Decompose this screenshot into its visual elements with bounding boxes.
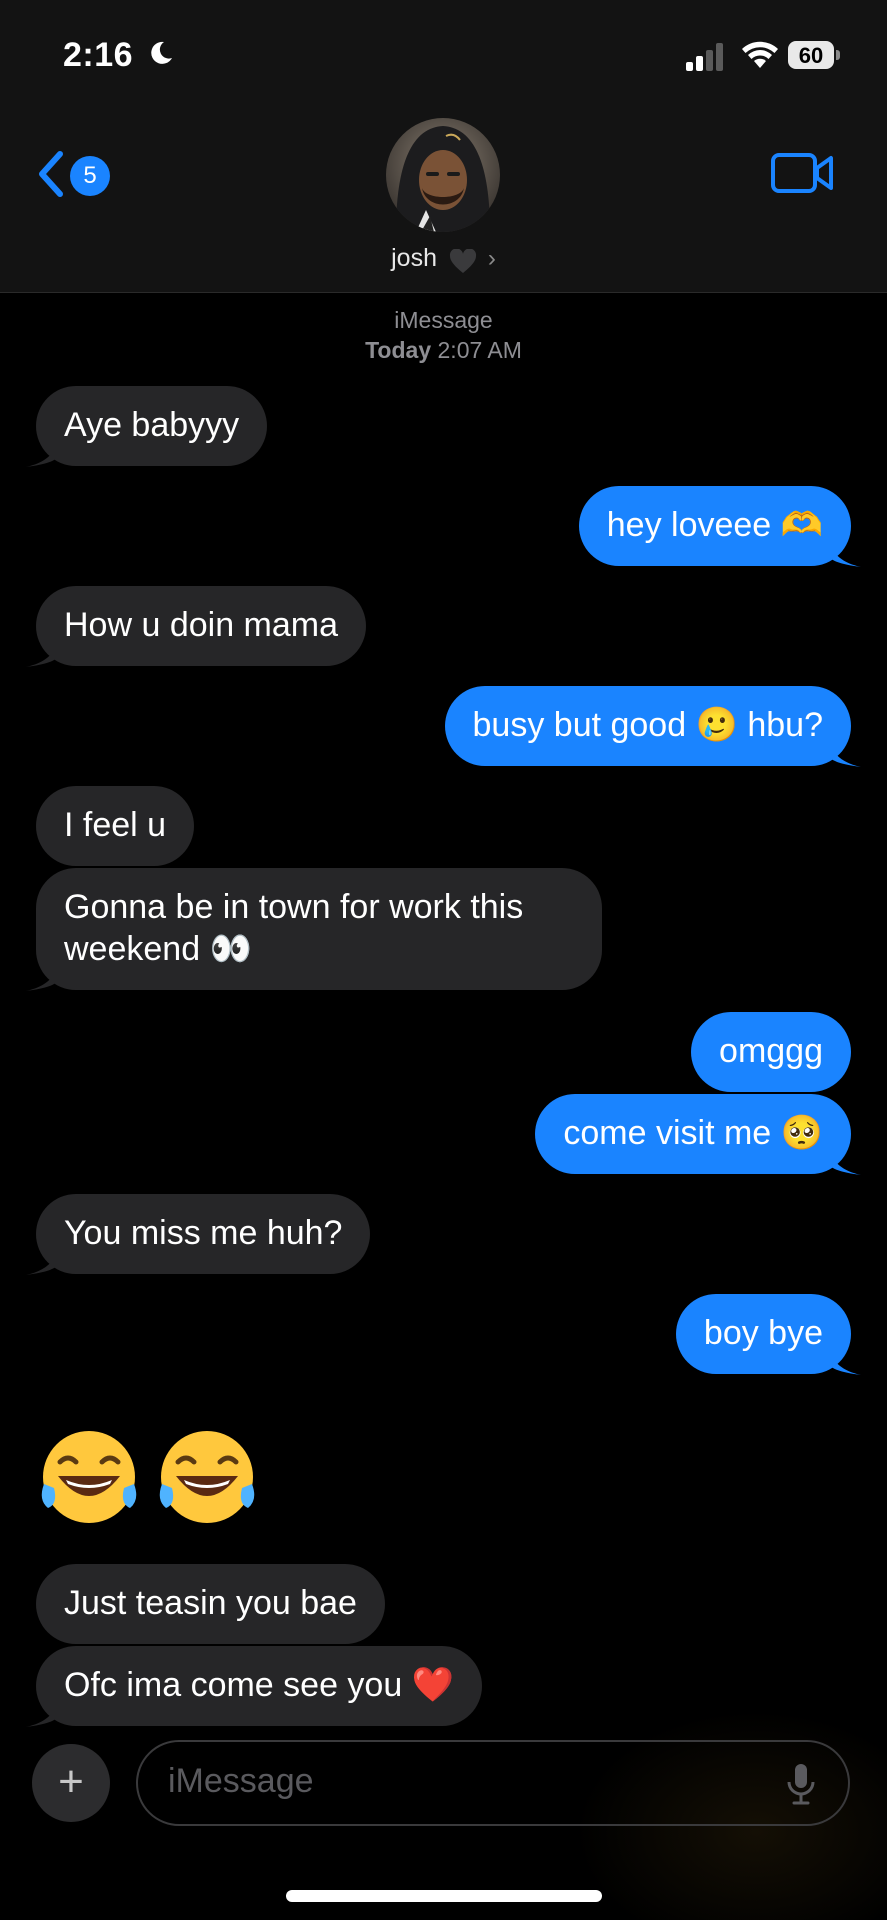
laughing-tears-emoji: [41, 1431, 137, 1523]
message-incoming[interactable]: Ofc ima come see you ❤️: [26, 1646, 483, 1727]
conversation-header: 5 josh ›: [0, 110, 887, 293]
unread-badge: 5: [70, 156, 110, 196]
service-label: iMessage: [394, 307, 493, 333]
contact-name-row[interactable]: josh ›: [0, 244, 887, 284]
message-text: Gonna be in town for work this weekend 👀: [64, 888, 524, 968]
message-text: busy but good 🥲 hbu?: [472, 706, 823, 744]
message-incoming[interactable]: You miss me huh?: [26, 1194, 371, 1275]
message-text: Aye babyyy: [64, 406, 240, 444]
contact-avatar[interactable]: [386, 118, 500, 232]
thread-meta: iMessage Today 2:07 AM: [0, 305, 887, 365]
heart-icon: [450, 248, 477, 273]
video-camera-icon[interactable]: [770, 150, 834, 196]
message-text: hey loveee 🫶: [606, 506, 823, 544]
message-outgoing[interactable]: busy but good 🥲 hbu?: [444, 686, 861, 767]
status-bar: 2:16 60: [0, 0, 887, 110]
timestamp-time: 2:07 AM: [437, 337, 522, 363]
message-text: omggg: [719, 1032, 823, 1070]
message-outgoing[interactable]: hey loveee 🫶: [578, 486, 861, 567]
message-incoming[interactable]: I feel u: [36, 786, 195, 866]
contact-name: josh: [391, 244, 437, 272]
plus-icon: +: [58, 1757, 84, 1806]
add-attachment-button[interactable]: +: [32, 1744, 110, 1822]
message-input-placeholder: iMessage: [168, 1762, 314, 1800]
message-incoming[interactable]: Gonna be in town for work this weekend 👀: [26, 868, 602, 991]
message-incoming[interactable]: Aye babyyy: [26, 386, 268, 467]
back-chevron-icon: [39, 151, 63, 197]
battery-level: 60: [798, 43, 824, 68]
message-incoming[interactable]: How u doin mama: [26, 586, 367, 667]
timestamp-day: Today: [365, 337, 432, 363]
message-incoming-emoji[interactable]: [36, 1424, 270, 1534]
chevron-right-icon: ›: [487, 245, 496, 272]
message-text: Ofc ima come see you ❤️: [64, 1666, 455, 1704]
wifi-icon: [742, 41, 778, 68]
message-text: Just teasin you bae: [64, 1584, 357, 1622]
back-button[interactable]: 5: [36, 144, 120, 204]
message-outgoing[interactable]: omggg: [691, 1012, 851, 1092]
signal-icon: [686, 43, 723, 71]
message-text: come visit me 🥺: [563, 1114, 823, 1152]
message-text: I feel u: [64, 806, 167, 844]
message-input[interactable]: iMessage: [136, 1740, 850, 1826]
microphone-icon[interactable]: [786, 1762, 816, 1806]
battery-icon: 60: [788, 41, 842, 71]
message-outgoing[interactable]: come visit me 🥺: [535, 1094, 861, 1175]
message-incoming[interactable]: Just teasin you bae: [36, 1564, 385, 1644]
message-outgoing[interactable]: boy bye: [675, 1294, 861, 1375]
message-text: boy bye: [703, 1314, 823, 1352]
laughing-tears-emoji: [159, 1431, 255, 1523]
status-time: 2:16: [63, 36, 134, 74]
home-indicator[interactable]: [286, 1890, 602, 1902]
message-text: You miss me huh?: [64, 1214, 343, 1252]
moon-icon: [151, 41, 172, 64]
message-text: How u doin mama: [64, 606, 339, 644]
timestamp: Today 2:07 AM: [0, 335, 887, 365]
